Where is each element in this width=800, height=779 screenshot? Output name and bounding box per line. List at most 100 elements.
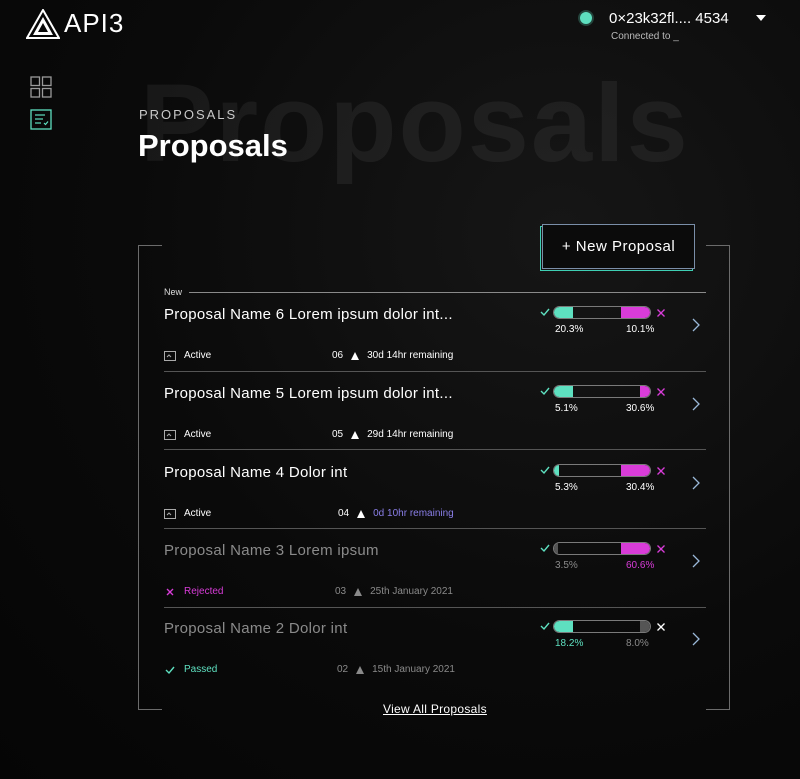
rejected-x-icon — [166, 588, 174, 595]
vote-bar-against — [640, 621, 650, 632]
proposal-number: 03 — [335, 586, 347, 597]
vote-summary: 20.3% 10.1% — [540, 306, 670, 346]
vote-bar-against — [621, 465, 650, 476]
close-icon — [657, 623, 665, 631]
vote-bar — [553, 620, 651, 633]
proposal-status-label: Active — [184, 508, 212, 519]
wallet-network-label: Connected to _ — [611, 31, 679, 42]
chevron-right-icon[interactable] — [692, 632, 700, 646]
chevron-right-icon[interactable] — [692, 554, 700, 568]
list-frame-right — [706, 245, 730, 710]
row-divider — [164, 371, 706, 372]
proposal-title[interactable]: Proposal Name 5 Lorem ipsum dolor int... — [164, 385, 453, 402]
close-icon — [657, 467, 665, 475]
proposal-row[interactable]: Proposal Name 3 Lorem ipsum Rejected 03 … — [164, 534, 706, 613]
vote-for-percent: 3.5% — [555, 560, 578, 571]
proposal-title[interactable]: Proposal Name 3 Lorem ipsum — [164, 542, 379, 559]
background-title: Proposals — [140, 62, 690, 185]
vote-bar-for — [554, 543, 558, 554]
vote-bar — [553, 306, 651, 319]
vote-bar-for — [554, 307, 574, 318]
chevron-right-icon[interactable] — [692, 397, 700, 411]
chevron-right-icon[interactable] — [692, 476, 700, 490]
vote-against-percent: 60.6% — [626, 560, 655, 571]
triangle-icon — [351, 430, 360, 439]
check-icon — [540, 622, 550, 631]
proposal-number: 02 — [337, 664, 349, 675]
vote-for-percent: 5.3% — [555, 482, 578, 493]
check-icon — [540, 466, 550, 475]
vote-bar — [553, 464, 651, 477]
section-label-new: New — [164, 287, 183, 297]
grid-icon[interactable] — [30, 76, 52, 98]
proposal-row[interactable]: Proposal Name 2 Dolor int Passed 02 15th… — [164, 612, 706, 691]
vote-for-percent: 18.2% — [555, 638, 584, 649]
proposal-meta: 05 29d 14hr remaining — [332, 429, 453, 440]
proposal-meta: 06 30d 14hr remaining — [332, 350, 453, 361]
proposal-status: Rejected — [164, 586, 223, 597]
vote-summary: 5.1% 30.6% — [540, 385, 670, 425]
proposal-time: 29d 14hr remaining — [367, 429, 454, 440]
proposal-row[interactable]: Proposal Name 6 Lorem ipsum dolor int...… — [164, 298, 706, 377]
brand-logo[interactable]: API3 — [26, 8, 124, 39]
close-icon — [657, 545, 665, 553]
proposal-status-label: Active — [184, 429, 212, 440]
proposal-title[interactable]: Proposal Name 4 Dolor int — [164, 464, 347, 481]
proposal-number: 06 — [332, 350, 344, 361]
proposal-row[interactable]: Proposal Name 5 Lorem ipsum dolor int...… — [164, 377, 706, 456]
passed-check-icon — [165, 666, 175, 674]
proposal-meta: 02 15th January 2021 — [337, 664, 455, 675]
proposal-time: 30d 14hr remaining — [367, 350, 454, 361]
page-title: Proposals — [138, 128, 288, 163]
vote-bar-for — [554, 465, 559, 476]
check-icon — [540, 544, 550, 553]
list-icon[interactable] — [30, 109, 52, 131]
triangle-icon — [351, 351, 360, 360]
proposal-row[interactable]: Proposal Name 4 Dolor int Active 04 0d 1… — [164, 456, 706, 535]
check-icon — [540, 308, 550, 317]
proposal-status: Active — [164, 429, 211, 440]
proposal-status-label: Active — [184, 350, 212, 361]
close-icon — [657, 388, 665, 396]
proposal-meta: 03 25th January 2021 — [335, 586, 453, 597]
proposal-title[interactable]: Proposal Name 6 Lorem ipsum dolor int... — [164, 306, 453, 323]
proposal-title[interactable]: Proposal Name 2 Dolor int — [164, 620, 347, 637]
chevron-right-icon[interactable] — [692, 318, 700, 332]
proposal-number: 04 — [338, 508, 350, 519]
list-frame-left — [138, 245, 162, 710]
api3-logo-icon — [26, 8, 60, 39]
row-divider — [164, 607, 706, 608]
proposal-status-label: Rejected — [184, 586, 224, 597]
vote-bar-against — [621, 307, 650, 318]
section-divider — [189, 292, 706, 293]
triangle-icon — [356, 665, 365, 674]
vote-for-percent: 20.3% — [555, 324, 584, 335]
vote-bar-against — [621, 543, 650, 554]
wallet-address: 0×23k32fl.... 4534 — [609, 10, 729, 27]
vote-summary: 5.3% 30.4% — [540, 464, 670, 504]
vote-against-percent: 8.0% — [626, 638, 649, 649]
proposal-number: 05 — [332, 429, 344, 440]
vote-summary: 3.5% 60.6% — [540, 542, 670, 582]
proposal-status: Passed — [164, 664, 217, 675]
vote-bar-for — [554, 621, 574, 632]
close-icon — [657, 309, 665, 317]
view-all-proposals-link[interactable]: View All Proposals — [383, 702, 487, 716]
row-divider — [164, 449, 706, 450]
triangle-icon — [354, 587, 363, 596]
proposal-status-label: Passed — [184, 664, 218, 675]
vote-bar — [553, 385, 651, 398]
chevron-down-icon[interactable] — [756, 15, 766, 21]
row-divider — [164, 528, 706, 529]
proposal-meta: 04 0d 10hr remaining — [338, 508, 454, 519]
new-proposal-button[interactable]: + New Proposal — [542, 224, 695, 269]
vote-bar-against — [640, 386, 650, 397]
vote-against-percent: 30.4% — [626, 482, 655, 493]
vote-against-percent: 30.6% — [626, 403, 655, 414]
connection-status-dot-icon — [580, 12, 592, 24]
vote-for-percent: 5.1% — [555, 403, 578, 414]
active-status-icon — [164, 350, 176, 361]
check-icon — [540, 387, 550, 396]
vote-summary: 18.2% 8.0% — [540, 620, 670, 660]
vote-bar — [553, 542, 651, 555]
